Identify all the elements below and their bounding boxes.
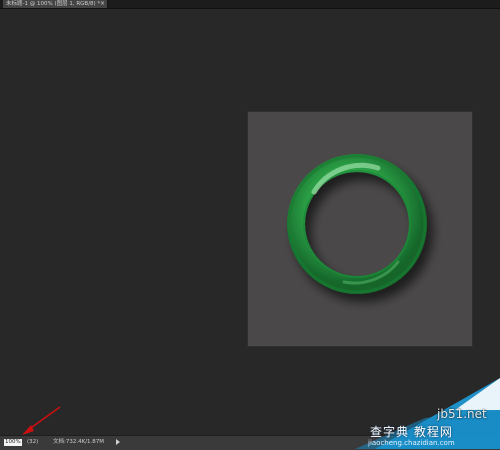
watermark-url: jiaocheng.chazidian.com (368, 439, 455, 447)
document-tab[interactable]: 未标题-1 @ 100% (图层 1, RGB/8) * × (3, 0, 108, 8)
document-tab-title: 未标题-1 @ 100% (图层 1, RGB/8) * (6, 1, 101, 7)
document-info: 文档:732.4K/1.87M (53, 439, 105, 445)
status-menu-arrow-icon[interactable] (116, 439, 120, 445)
document-tab-bar: 未标题-1 @ 100% (图层 1, RGB/8) * × (0, 0, 500, 9)
watermark-site: jb51.net (437, 407, 487, 421)
document-canvas[interactable] (248, 112, 472, 346)
close-icon[interactable]: × (100, 0, 105, 8)
bit-depth-label: (32) (27, 439, 39, 445)
jade-ring-artwork (287, 154, 427, 294)
workspace (0, 9, 500, 435)
zoom-level-field[interactable]: 100% (4, 439, 22, 446)
watermark-brand: 查字典 教程网 (370, 425, 453, 439)
jade-ring (287, 154, 427, 294)
